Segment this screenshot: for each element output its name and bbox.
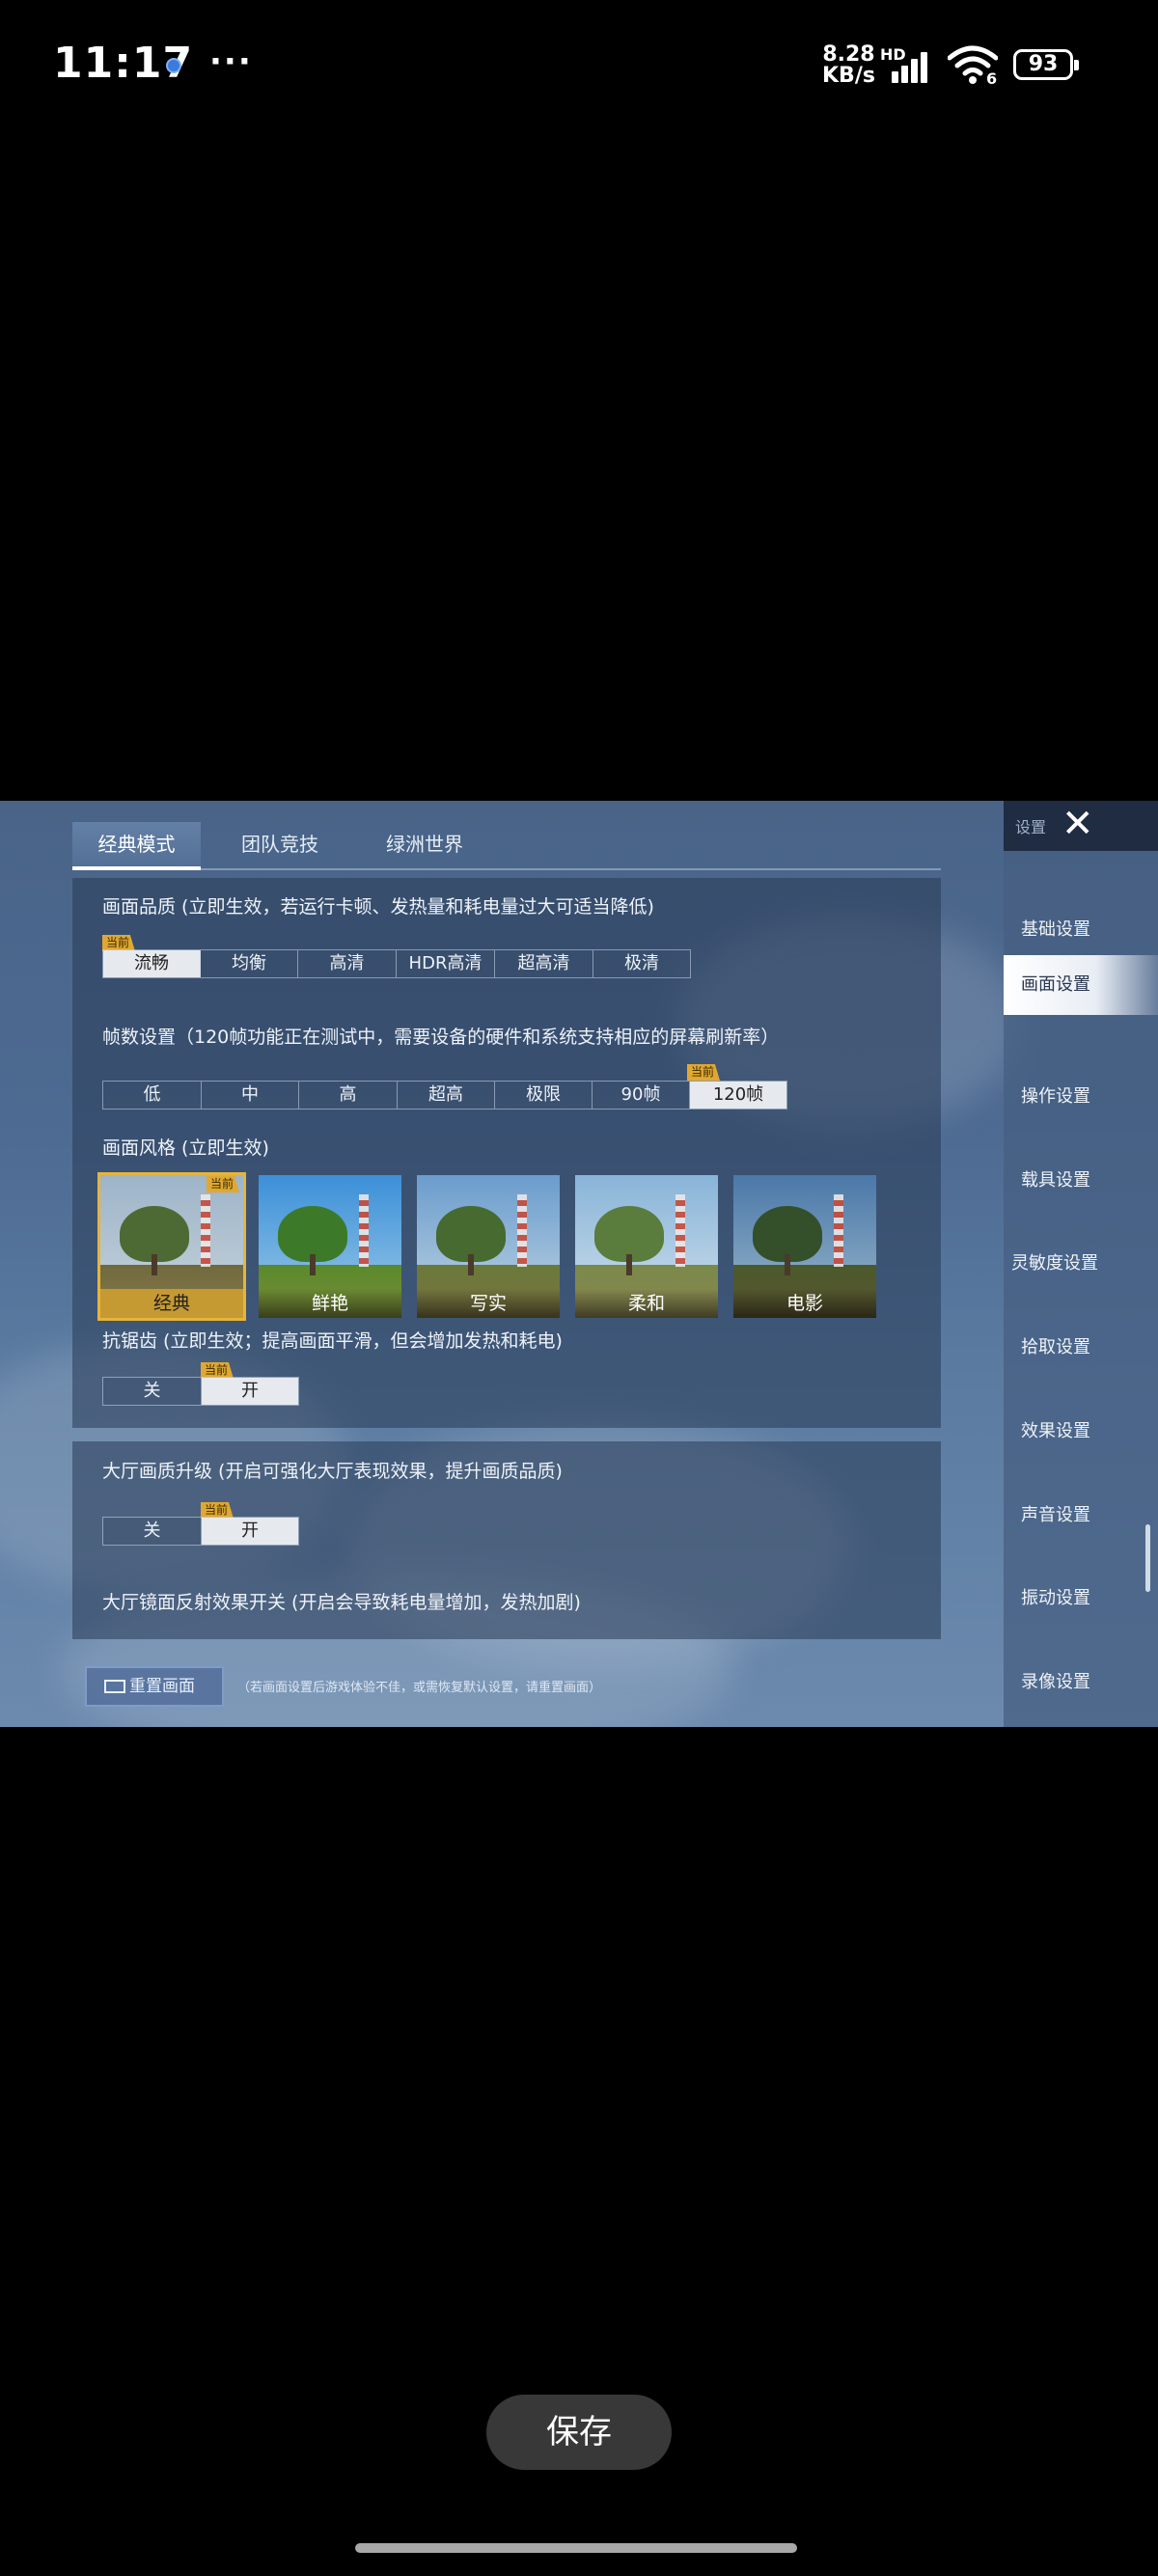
antialias-label: 抗锯齿 (立即生效；提高画面平滑，但会增加发热和耗电) — [102, 1330, 563, 1352]
lobby-quality-on[interactable]: 开 — [202, 1518, 298, 1545]
mode-tabs: 经典模式 团队竞技 绿洲世界 — [72, 822, 941, 870]
battery-icon: 93 — [1013, 49, 1079, 80]
sidebar-item-graphics[interactable]: 画面设置 — [1004, 955, 1158, 1015]
current-badge: 当前 — [207, 1176, 240, 1192]
tab-oasis-world[interactable]: 绿洲世界 — [362, 822, 487, 866]
style-option-vivid[interactable]: 鲜艳 — [259, 1175, 401, 1318]
settings-sidebar: 设置 ✕ 基础设置 画面设置 操作设置 载具设置 灵敏度设置 拾取设置 效果设置… — [1004, 801, 1158, 1727]
sidebar-item-basic[interactable]: 基础设置 — [1004, 900, 1158, 960]
antialias-off[interactable]: 关 — [103, 1378, 202, 1405]
style-option-soft[interactable]: 柔和 — [575, 1175, 718, 1318]
sidebar-scrollbar[interactable] — [1145, 1524, 1150, 1592]
style-option-label: 鲜艳 — [259, 1289, 401, 1318]
sidebar-item-sound[interactable]: 声音设置 — [1004, 1486, 1158, 1546]
fps-option-high[interactable]: 高 — [299, 1082, 398, 1109]
quality-option-hd[interactable]: 高清 — [298, 950, 397, 977]
antialias-toggle: 关 开 — [102, 1377, 299, 1406]
sidebar-item-controls[interactable]: 操作设置 — [1004, 1067, 1158, 1127]
more-notifications-icon: ··· — [209, 42, 253, 81]
network-speed: 8.28 KB/s — [822, 44, 875, 87]
style-option-cinematic[interactable]: 电影 — [733, 1175, 876, 1318]
game-settings-screen: 经典模式 团队竞技 绿洲世界 画面品质 (立即生效，若运行卡顿、发热量和耗电量过… — [0, 801, 1158, 1727]
network-speed-value: 8.28 — [822, 42, 875, 67]
style-option-realistic[interactable]: 写实 — [417, 1175, 560, 1318]
wifi-6-badge: 6 — [986, 69, 998, 88]
fps-selector: 低 中 高 超高 极限 90帧 120帧 — [102, 1081, 787, 1110]
fps-option-extreme[interactable]: 极限 — [495, 1082, 593, 1109]
reset-graphics-label: 重置画面 — [129, 1677, 195, 1696]
current-badge: 当前 — [687, 1064, 721, 1081]
fps-option-120[interactable]: 120帧 — [690, 1082, 786, 1109]
sidebar-title: 设置 — [1015, 818, 1047, 836]
network-speed-unit: KB/s — [822, 64, 875, 88]
quality-option-ultra-hd[interactable]: 超高清 — [495, 950, 593, 977]
reset-graphics-button[interactable]: 重置画面 — [85, 1666, 224, 1707]
quality-option-balanced[interactable]: 均衡 — [201, 950, 298, 977]
reset-note: （若画面设置后游戏体验不佳，或需恢复默认设置，请重置画面） — [237, 1681, 602, 1695]
sidebar-item-sensitivity[interactable]: 灵敏度设置 — [1004, 1234, 1158, 1294]
sidebar-item-vehicle[interactable]: 载具设置 — [1004, 1151, 1158, 1211]
style-label: 画面风格 (立即生效) — [102, 1137, 269, 1159]
sidebar-item-recording[interactable]: 录像设置 — [1004, 1653, 1158, 1713]
style-option-label: 柔和 — [575, 1289, 718, 1318]
lobby-quality-toggle: 关 开 — [102, 1517, 299, 1546]
style-option-label: 写实 — [417, 1289, 560, 1318]
sidebar-item-pickup[interactable]: 拾取设置 — [1004, 1318, 1158, 1378]
save-button[interactable]: 保存 — [486, 2395, 672, 2470]
reset-icon — [104, 1680, 125, 1693]
fps-option-ultra[interactable]: 超高 — [398, 1082, 495, 1109]
status-bar: 11:17 ··· 8.28 KB/s HD 6 93 — [0, 0, 1158, 135]
style-option-classic[interactable]: 经典 — [97, 1172, 246, 1321]
tab-classic-mode[interactable]: 经典模式 — [72, 822, 201, 870]
style-option-label: 经典 — [100, 1289, 243, 1318]
lobby-quality-label: 大厅画质升级 (开启可强化大厅表现效果，提升画质品质) — [102, 1461, 563, 1482]
style-option-label: 电影 — [733, 1289, 876, 1318]
quality-selector: 流畅 均衡 高清 HDR高清 超高清 极清 — [102, 949, 691, 978]
quality-option-smooth[interactable]: 流畅 — [103, 950, 201, 977]
quality-label: 画面品质 (立即生效，若运行卡顿、发热量和耗电量过大可适当降低) — [102, 896, 654, 918]
quality-option-extreme[interactable]: 极清 — [593, 950, 690, 977]
close-icon[interactable]: ✕ — [1062, 805, 1094, 843]
fps-option-medium[interactable]: 中 — [202, 1082, 299, 1109]
sidebar-item-effects[interactable]: 效果设置 — [1004, 1402, 1158, 1462]
quality-option-hdr[interactable]: HDR高清 — [397, 950, 495, 977]
fps-label: 帧数设置（120帧功能正在测试中，需要设备的硬件和系统支持相应的屏幕刷新率） — [102, 1027, 780, 1048]
sidebar-header: 设置 ✕ — [1004, 801, 1158, 851]
home-indicator[interactable] — [355, 2543, 797, 2553]
hd-badge: HD — [880, 45, 906, 64]
fps-option-90[interactable]: 90帧 — [593, 1082, 690, 1109]
lobby-quality-off[interactable]: 关 — [103, 1518, 202, 1545]
cellular-signal-icon: HD — [880, 45, 936, 83]
fps-option-low[interactable]: 低 — [103, 1082, 202, 1109]
tab-team-deathmatch[interactable]: 团队竞技 — [217, 822, 343, 866]
notification-app-icon — [166, 58, 181, 73]
antialias-on[interactable]: 开 — [202, 1378, 298, 1405]
lobby-reflection-label: 大厅镜面反射效果开关 (开启会导致耗电量增加，发热加剧) — [102, 1592, 581, 1613]
sidebar-item-vibration[interactable]: 振动设置 — [1004, 1569, 1158, 1629]
